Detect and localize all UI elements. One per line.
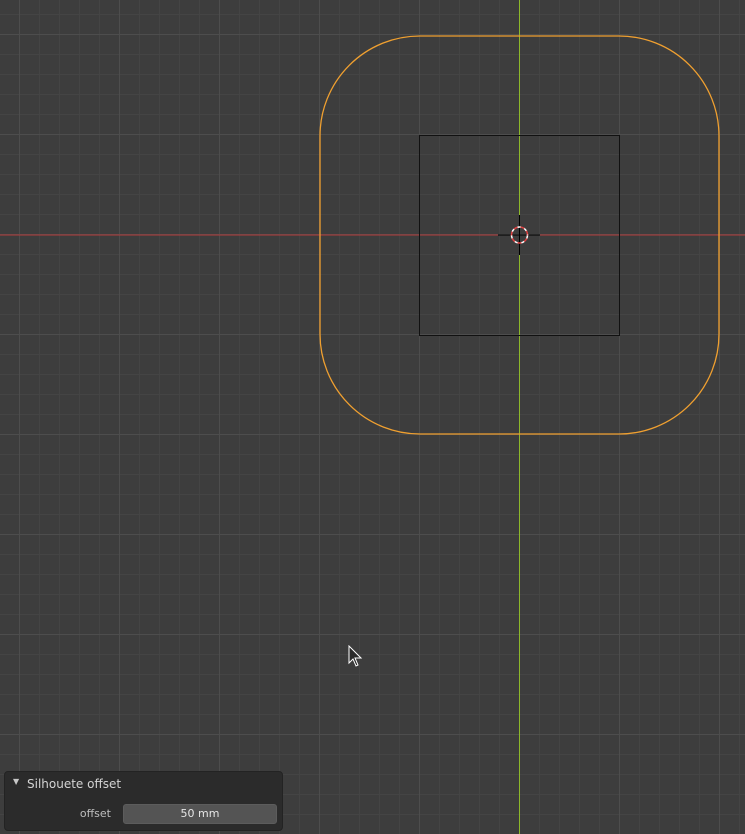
offset-label: offset: [79, 807, 111, 820]
triangle-down-icon[interactable]: ▼: [13, 777, 19, 786]
3d-cursor-icon: [498, 215, 540, 255]
operator-panel: ▼ Silhouete offset offset 50 mm: [4, 771, 283, 831]
viewport-2d[interactable]: ▼ Silhouete offset offset 50 mm: [0, 0, 745, 834]
arrow-pointer-icon: [348, 645, 363, 667]
panel-header-toggle[interactable]: ▼ Silhouete offset: [5, 772, 282, 796]
offset-field[interactable]: 50 mm: [123, 804, 277, 824]
panel-title: Silhouete offset: [27, 777, 122, 791]
viewport-scene: [0, 0, 745, 834]
